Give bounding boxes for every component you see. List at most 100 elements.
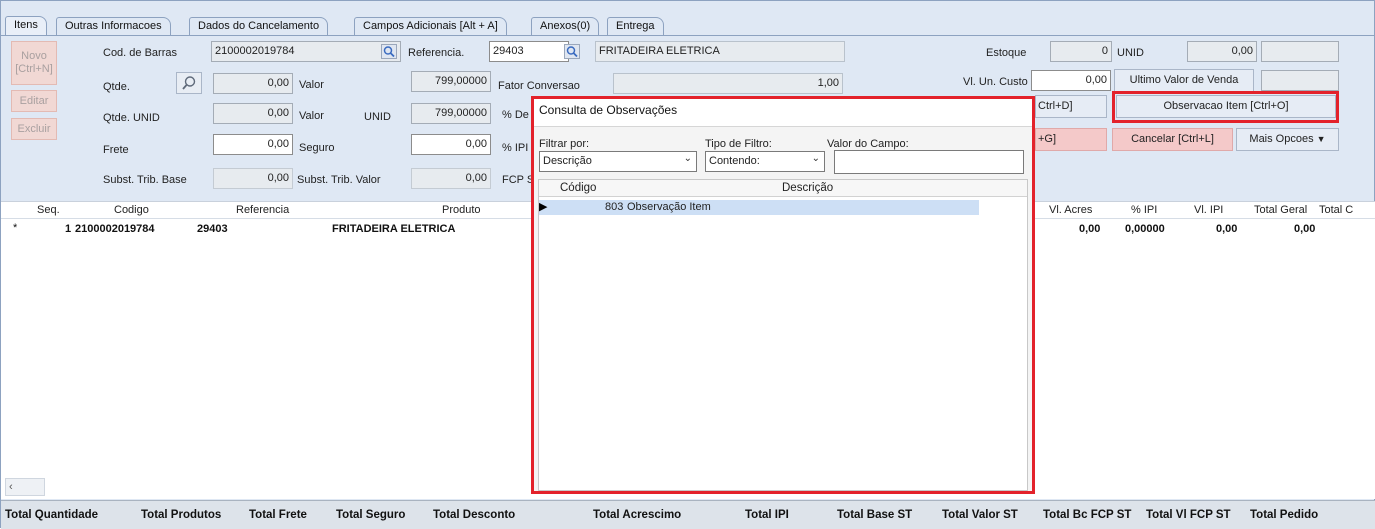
col-descricao-obs[interactable]: Descrição xyxy=(782,182,833,194)
subst-trib-base-field: 0,00 xyxy=(213,168,293,189)
total-ipi: Total IPI xyxy=(745,509,789,521)
table-row[interactable]: ▶ 803 Observação Item xyxy=(539,200,979,215)
seguro-field[interactable]: 0,00 xyxy=(411,134,491,155)
tab-anexos[interactable]: Anexos(0) xyxy=(531,17,600,35)
chevron-down-icon: ⌄ xyxy=(683,153,692,164)
col-codigo[interactable]: Codigo xyxy=(114,204,149,216)
ctrl-g-button[interactable]: +G] xyxy=(1035,128,1107,151)
produto-nome-field: FRITADEIRA ELETRICA xyxy=(595,41,845,62)
tab-campos-adicionais[interactable]: Campos Adicionais [Alt + A] xyxy=(354,17,507,35)
total-bc-fcp-st: Total Bc FCP ST xyxy=(1043,509,1132,521)
total-vl-fcp-st: Total Vl FCP ST xyxy=(1146,509,1231,521)
row-pointer-icon: ▶ xyxy=(539,201,548,213)
filtrar-label: Filtrar por: xyxy=(539,138,590,150)
fator-conversao-field: 1,00 xyxy=(613,73,843,94)
ultimo-valor-venda-button[interactable]: Ultimo Valor de Venda xyxy=(1114,69,1254,92)
excluir-button[interactable]: Excluir xyxy=(11,118,57,140)
qtde-unid-label: Qtde. UNID xyxy=(103,112,160,124)
valor2-label: Valor xyxy=(299,110,324,122)
ultimo-valor-venda-field xyxy=(1261,70,1339,91)
scroll-left-icon[interactable]: ‹ xyxy=(9,481,13,493)
cell-produto: FRITADEIRA ELETRICA xyxy=(332,223,456,235)
valor-field[interactable]: 799,00000 xyxy=(411,71,491,92)
qtde-label: Qtde. xyxy=(103,81,130,93)
frete-label: Frete xyxy=(103,144,129,156)
estoque-label: Estoque xyxy=(986,47,1027,59)
col-total-c[interactable]: Total C xyxy=(1319,204,1353,216)
col-codigo-obs[interactable]: Código xyxy=(560,182,596,194)
observacoes-grid-header: Código Descrição xyxy=(539,180,1027,197)
cell-referencia: 29403 xyxy=(197,223,228,235)
total-seguro: Total Seguro xyxy=(336,509,406,521)
col-vl-acres[interactable]: Vl. Acres xyxy=(1049,204,1092,216)
col-vl-ipi[interactable]: Vl. IPI xyxy=(1194,204,1223,216)
dialog-title: Consulta de Observações xyxy=(539,103,678,117)
tab-divider xyxy=(1,35,1375,36)
total-quantidade: Total Quantidade xyxy=(5,509,99,521)
main-window: Itens Outras Informacoes Dados do Cancel… xyxy=(0,0,1375,529)
filtrar-select[interactable]: Descrição ⌄ xyxy=(539,151,697,172)
valor-campo-input[interactable] xyxy=(834,150,1024,174)
cell-total-geral: 0,00 xyxy=(1294,223,1316,235)
cancelar-button[interactable]: Cancelar [Ctrl+L] xyxy=(1112,128,1233,151)
obs-row-descricao: Observação Item xyxy=(627,201,711,213)
cell-vl-ipi: 0,00 xyxy=(1216,223,1238,235)
cod-barras-label: Cod. de Barras xyxy=(103,47,177,59)
col-total-geral[interactable]: Total Geral xyxy=(1254,204,1307,216)
subst-trib-base-label: Subst. Trib. Base xyxy=(103,174,187,186)
col-seq[interactable]: Seq. xyxy=(37,204,60,216)
col-perc-ipi[interactable]: % IPI xyxy=(1131,204,1157,216)
total-frete: Total Frete xyxy=(249,509,307,521)
estoque-unid-label: UNID xyxy=(1117,47,1144,59)
dialog-titlebar[interactable]: Consulta de Observações xyxy=(534,99,1032,127)
qtde-zoom-button[interactable] xyxy=(176,72,202,94)
valor-label: Valor xyxy=(299,79,324,91)
estoque-extra-field: 0,00 xyxy=(1187,41,1257,62)
fcp-st-label: FCP S xyxy=(502,174,535,186)
vl-un-custo-field[interactable]: 0,00 xyxy=(1031,70,1111,91)
observacao-highlight-box xyxy=(1112,91,1339,123)
cell-vl-acres: 0,00 xyxy=(1079,223,1101,235)
referencia-search-icon[interactable] xyxy=(564,44,580,59)
estoque-field: 0 xyxy=(1050,41,1112,62)
total-pedido: Total Pedido xyxy=(1250,509,1319,521)
tab-outras-informacoes[interactable]: Outras Informacoes xyxy=(56,17,171,35)
total-valor-st: Total Valor ST xyxy=(942,509,1018,521)
qtde-field[interactable]: 0,00 xyxy=(213,73,293,94)
tipo-filtro-label: Tipo de Filtro: xyxy=(705,138,772,150)
tab-dados-cancelamento[interactable]: Dados do Cancelamento xyxy=(189,17,329,35)
tipo-filtro-select[interactable]: Contendo: ⌄ xyxy=(705,151,825,172)
subst-trib-valor-field: 0,00 xyxy=(411,168,491,189)
perc-ipi-label: % IPI xyxy=(502,142,529,154)
seguro-label: Seguro xyxy=(299,142,335,154)
frete-field[interactable]: 0,00 xyxy=(213,134,293,155)
valor2-field[interactable]: 799,00000 xyxy=(411,103,491,124)
vl-un-custo-label: Vl. Un. Custo xyxy=(963,76,1028,88)
col-referencia[interactable]: Referencia xyxy=(236,204,289,216)
tab-entrega[interactable]: Entrega xyxy=(607,17,664,35)
tab-itens[interactable]: Itens xyxy=(5,16,47,36)
total-produtos: Total Produtos xyxy=(141,509,222,521)
totals-bar: Total Quantidade Total Produtos Total Fr… xyxy=(1,500,1375,529)
caret-down-icon: ▼ xyxy=(1316,134,1326,144)
unid-label: UNID xyxy=(364,111,391,123)
referencia-label: Referencia. xyxy=(408,47,465,59)
mais-opcoes-button[interactable]: Mais Opcoes ▼ xyxy=(1236,128,1339,151)
referencia-field[interactable]: 29403 xyxy=(489,41,569,62)
mais-opcoes-label: Mais Opcoes xyxy=(1249,133,1314,145)
cod-barras-field[interactable]: 2100002019784 xyxy=(211,41,401,62)
ctrl-d-button[interactable]: Ctrl+D] xyxy=(1035,95,1107,118)
cell-codigo: 2100002019784 xyxy=(75,223,155,235)
qtde-unid-field[interactable]: 0,00 xyxy=(213,103,293,124)
editar-button[interactable]: Editar xyxy=(11,90,57,112)
estoque-extra-field-2 xyxy=(1261,41,1339,62)
observacoes-grid[interactable]: Código Descrição ▶ 803 Observação Item xyxy=(538,179,1028,491)
col-produto[interactable]: Produto xyxy=(442,204,481,216)
fator-conversao-label: Fator Conversao xyxy=(498,80,580,92)
obs-row-codigo: 803 xyxy=(605,201,624,213)
novo-button[interactable]: Novo [Ctrl+N] xyxy=(11,41,57,85)
filtrar-select-value: Descrição xyxy=(543,155,592,167)
perc-desconto-label: % De xyxy=(502,109,529,121)
cod-barras-search-icon[interactable] xyxy=(381,44,397,59)
horizontal-scrollbar[interactable]: ‹ xyxy=(5,478,45,496)
